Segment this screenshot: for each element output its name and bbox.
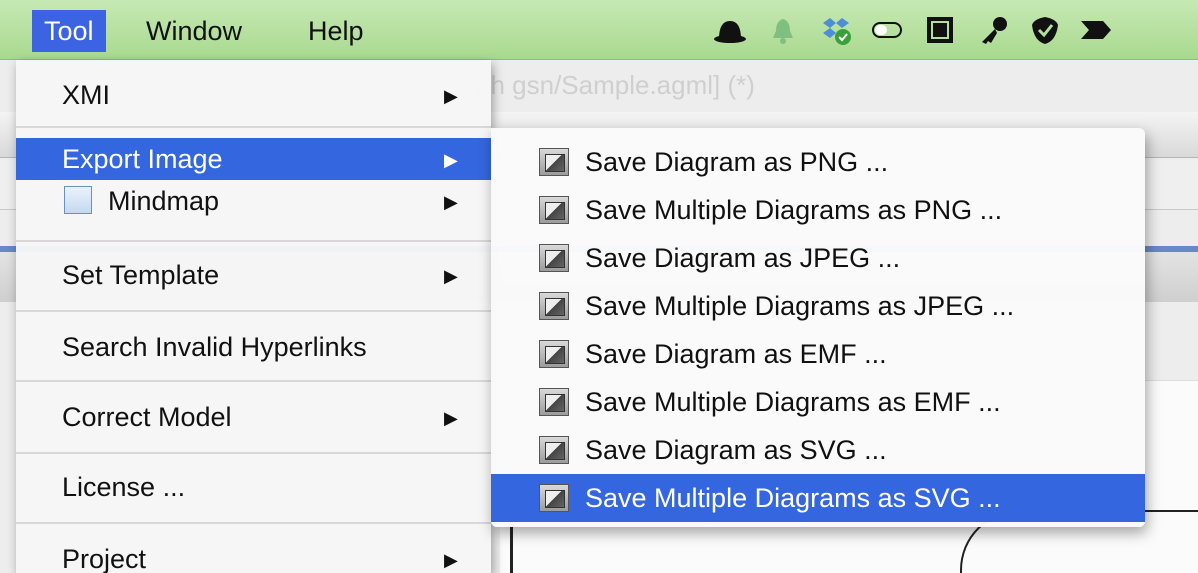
mindmap-icon xyxy=(64,186,92,214)
submenu-item-label: Save Multiple Diagrams as EMF ... xyxy=(585,387,1001,417)
dropbox-sync-icon[interactable] xyxy=(818,12,854,48)
menu-separator xyxy=(16,310,491,312)
menu-item-label: Export Image xyxy=(62,144,223,174)
toggle-icon[interactable] xyxy=(869,12,905,48)
menu-item-xmi[interactable]: XMI ▶ xyxy=(16,72,491,118)
menu-item-mindmap[interactable]: Mindmap ▶ xyxy=(16,180,491,222)
save-multiple-diagrams-jpeg[interactable]: Save Multiple Diagrams as JPEG ... xyxy=(491,282,1145,330)
memory-chip-icon[interactable] xyxy=(922,12,958,48)
submenu-item-label: Save Multiple Diagrams as SVG ... xyxy=(585,483,1001,513)
menu-item-search-invalid-hyperlinks[interactable]: Search Invalid Hyperlinks xyxy=(16,322,491,372)
menu-item-label: Mindmap xyxy=(108,186,220,216)
menu-item-correct-model[interactable]: Correct Model ▶ xyxy=(16,392,491,442)
menu-window[interactable]: Window xyxy=(134,10,254,52)
submenu-item-label: Save Multiple Diagrams as PNG ... xyxy=(585,195,1003,225)
menu-item-label: XMI xyxy=(62,80,111,110)
submenu-item-label: Save Diagram as EMF ... xyxy=(585,339,887,369)
menu-item-label: Project xyxy=(62,544,147,573)
menu-bar: Tool Window Help xyxy=(0,0,1198,60)
window-title: ah gsn/Sample.agml] (*) xyxy=(476,70,755,100)
tool-menu: XMI ▶ Export Image ▶ Mindmap ▶ Set Templ… xyxy=(16,60,491,573)
save-multiple-diagrams-emf[interactable]: Save Multiple Diagrams as EMF ... xyxy=(491,378,1145,426)
save-diagram-emf[interactable]: Save Diagram as EMF ... xyxy=(491,330,1145,378)
image-export-icon xyxy=(539,292,569,320)
image-export-icon xyxy=(539,148,569,176)
image-export-icon xyxy=(539,340,569,368)
save-multiple-diagrams-png[interactable]: Save Multiple Diagrams as PNG ... xyxy=(491,186,1145,234)
menu-separator xyxy=(16,240,491,242)
image-export-icon xyxy=(539,196,569,224)
menu-item-label: Search Invalid Hyperlinks xyxy=(62,332,367,362)
submenu-arrow-icon: ▶ xyxy=(444,150,458,170)
menu-item-label: Correct Model xyxy=(62,402,232,432)
diagram-connector xyxy=(510,520,513,573)
bowler-hat-icon[interactable] xyxy=(712,12,748,48)
save-diagram-png[interactable]: Save Diagram as PNG ... xyxy=(491,138,1145,186)
submenu-item-label: Save Diagram as JPEG ... xyxy=(585,243,901,273)
image-export-icon xyxy=(539,388,569,416)
submenu-item-label: Save Diagram as SVG ... xyxy=(585,435,887,465)
menu-item-license[interactable]: License ... xyxy=(16,464,491,514)
save-diagram-jpeg[interactable]: Save Diagram as JPEG ... xyxy=(491,234,1145,282)
submenu-arrow-icon: ▶ xyxy=(444,192,458,212)
menu-item-project[interactable]: Project ▶ xyxy=(16,534,491,573)
shield-check-icon[interactable] xyxy=(1027,12,1063,48)
submenu-item-label: Save Multiple Diagrams as JPEG ... xyxy=(585,291,1015,321)
save-diagram-svg[interactable]: Save Diagram as SVG ... xyxy=(491,426,1145,474)
menu-help[interactable]: Help xyxy=(296,10,376,52)
menu-item-label: License ... xyxy=(62,472,186,502)
menu-separator xyxy=(16,452,491,454)
menu-item-label: Set Template xyxy=(62,260,220,290)
export-image-submenu: Save Diagram as PNG ... Save Multiple Di… xyxy=(491,128,1145,527)
submenu-arrow-icon: ▶ xyxy=(444,408,458,428)
menu-separator xyxy=(16,126,491,128)
menu-item-export-image[interactable]: Export Image ▶ xyxy=(16,138,491,180)
image-export-icon xyxy=(539,244,569,272)
save-multiple-diagrams-svg[interactable]: Save Multiple Diagrams as SVG ... xyxy=(491,474,1145,522)
menu-separator xyxy=(16,522,491,524)
submenu-arrow-icon: ▶ xyxy=(444,550,458,570)
menu-separator xyxy=(16,380,491,382)
menu-tool[interactable]: Tool xyxy=(32,10,106,52)
submenu-item-label: Save Diagram as PNG ... xyxy=(585,147,889,177)
key-icon[interactable] xyxy=(976,12,1012,48)
menu-item-set-template[interactable]: Set Template ▶ xyxy=(16,250,491,300)
submenu-arrow-icon: ▶ xyxy=(444,86,458,106)
submenu-arrow-icon: ▶ xyxy=(444,266,458,286)
image-export-icon xyxy=(539,484,569,512)
image-export-icon xyxy=(539,436,569,464)
arrows-icon[interactable] xyxy=(1078,12,1114,48)
bell-icon[interactable] xyxy=(765,12,801,48)
